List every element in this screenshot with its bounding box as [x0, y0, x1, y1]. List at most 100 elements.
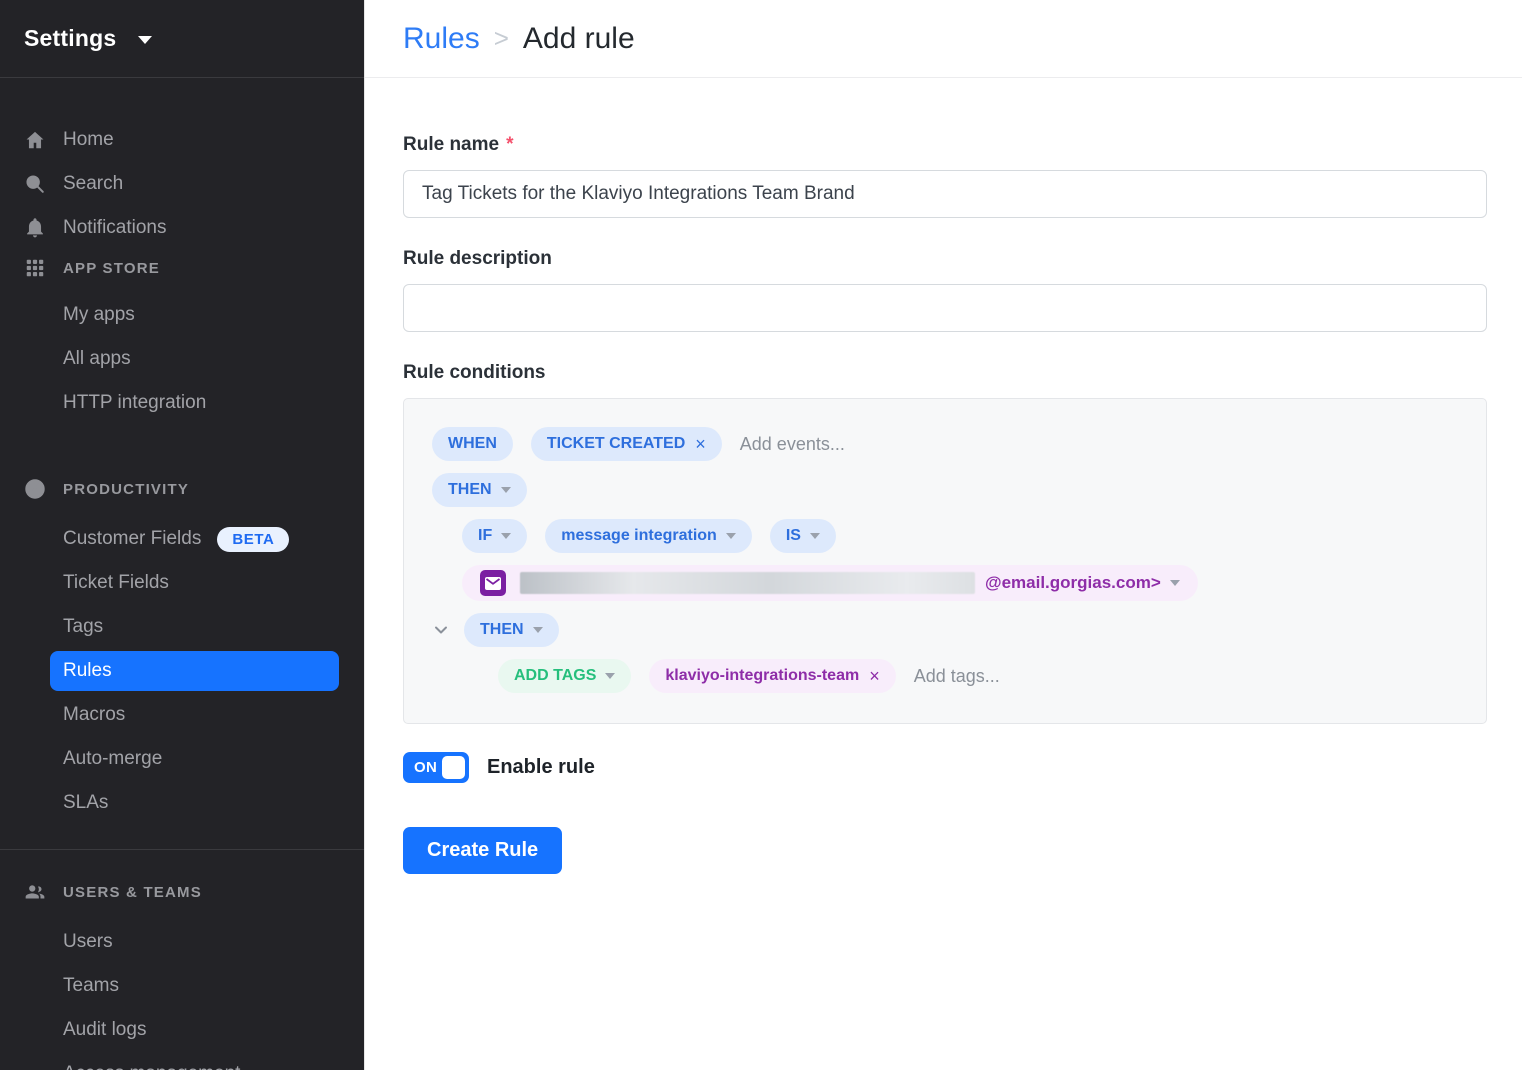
add-tags-row: ADD TAGS klaviyo-integrations-team × Add…	[432, 659, 1458, 693]
sidebar-item-home[interactable]: Home	[0, 118, 364, 162]
bell-icon	[24, 217, 46, 239]
rule-description-label: Rule description	[403, 248, 1487, 270]
operator-chip-label: IS	[786, 527, 801, 545]
rule-conditions-builder: WHEN TICKET CREATED × Add events... THEN	[403, 398, 1487, 724]
sidebar-section-app-store[interactable]: APP STORE	[0, 250, 364, 286]
sidebar-section-productivity[interactable]: PRODUCTIVITY	[0, 471, 364, 507]
main-header: Rules > Add rule	[365, 0, 1522, 78]
operator-dropdown[interactable]: IS	[770, 519, 836, 553]
breadcrumb-rules-link[interactable]: Rules	[403, 22, 480, 56]
then-action-row: THEN	[432, 613, 1458, 647]
email-value-dropdown[interactable]: @email.gorgias.com>	[462, 565, 1198, 601]
remove-tag-icon[interactable]: ×	[869, 666, 880, 687]
section-label: USERS & TEAMS	[63, 884, 202, 901]
beta-badge: BETA	[217, 527, 289, 552]
add-events-input[interactable]: Add events...	[740, 434, 845, 455]
then-row: THEN	[432, 473, 1458, 507]
email-domain-text: @email.gorgias.com>	[985, 573, 1161, 593]
then-chip-label: THEN	[448, 481, 492, 499]
enable-rule-label: Enable rule	[487, 756, 595, 779]
add-tags-input[interactable]: Add tags...	[914, 666, 1000, 687]
add-tags-chip-label: ADD TAGS	[514, 667, 596, 685]
caret-down-icon	[810, 533, 820, 539]
section-label: APP STORE	[63, 260, 160, 277]
toggle-state-label: ON	[414, 759, 437, 776]
sidebar-item-label: SLAs	[63, 792, 108, 814]
rule-name-label-text: Rule name	[403, 134, 499, 156]
section-label: PRODUCTIVITY	[63, 481, 189, 498]
sidebar-section-users-teams[interactable]: USERS & TEAMS	[0, 874, 364, 910]
collapse-chevron-icon[interactable]	[432, 621, 450, 639]
sidebar-item-label: Rules	[63, 660, 112, 682]
gauge-icon	[24, 478, 46, 500]
sidebar-item-label: Search	[63, 173, 123, 195]
sidebar-item-macros[interactable]: Macros	[0, 693, 364, 737]
sidebar-item-label: All apps	[63, 348, 131, 370]
sidebar-item-search[interactable]: Search	[0, 162, 364, 206]
caret-down-icon	[533, 627, 543, 633]
caret-down-icon	[726, 533, 736, 539]
event-chip-ticket-created[interactable]: TICKET CREATED ×	[531, 427, 722, 461]
main-panel: Rules > Add rule Rule name * Rule descri…	[365, 0, 1522, 1070]
people-icon	[24, 881, 46, 903]
variable-dropdown[interactable]: message integration	[545, 519, 752, 553]
sidebar-item-tags[interactable]: Tags	[0, 605, 364, 649]
required-asterisk: *	[506, 134, 513, 156]
condition-value-row: @email.gorgias.com>	[432, 565, 1458, 601]
when-row: WHEN TICKET CREATED × Add events...	[432, 427, 1458, 461]
remove-event-icon[interactable]: ×	[695, 434, 706, 455]
sidebar-item-label: Audit logs	[63, 1019, 146, 1041]
sidebar-title: Settings	[24, 25, 116, 52]
when-chip[interactable]: WHEN	[432, 427, 513, 461]
sidebar-item-customer-fields[interactable]: Customer Fields BETA	[0, 517, 364, 561]
caret-down-icon	[138, 36, 152, 44]
sidebar-item-teams[interactable]: Teams	[0, 964, 364, 1008]
search-icon	[24, 173, 46, 195]
sidebar-item-label: Ticket Fields	[63, 572, 169, 594]
enable-rule-row: ON Enable rule	[403, 752, 1487, 783]
sidebar-item-label: Macros	[63, 704, 125, 726]
sidebar-item-label: Users	[63, 931, 113, 953]
then-dropdown[interactable]: THEN	[432, 473, 527, 507]
rule-description-input[interactable]	[403, 284, 1487, 332]
sidebar-item-access-management[interactable]: Access management	[0, 1052, 364, 1070]
sidebar-nav: Home Search Notifications APP STORE My a…	[0, 78, 364, 1070]
add-rule-form: Rule name * Rule description Rule condit…	[365, 78, 1522, 874]
rule-conditions-label: Rule conditions	[403, 362, 1487, 384]
breadcrumb: Rules > Add rule	[403, 22, 635, 56]
settings-sidebar: Settings Home Search Notifications A	[0, 0, 365, 1070]
rule-description-label-text: Rule description	[403, 248, 552, 270]
create-rule-button[interactable]: Create Rule	[403, 827, 562, 874]
sidebar-item-users[interactable]: Users	[0, 920, 364, 964]
sidebar-item-http-integration[interactable]: HTTP integration	[0, 381, 364, 425]
sidebar-item-label: My apps	[63, 304, 135, 326]
page-title: Add rule	[523, 22, 635, 56]
sidebar-item-audit-logs[interactable]: Audit logs	[0, 1008, 364, 1052]
sidebar-item-notifications[interactable]: Notifications	[0, 206, 364, 250]
when-chip-label: WHEN	[448, 435, 497, 453]
sidebar-item-slas[interactable]: SLAs	[0, 781, 364, 825]
enable-rule-toggle[interactable]: ON	[403, 752, 469, 783]
sidebar-header[interactable]: Settings	[0, 0, 364, 78]
if-dropdown[interactable]: IF	[462, 519, 527, 553]
tag-chip-klaviyo-integrations-team[interactable]: klaviyo-integrations-team ×	[649, 659, 895, 693]
sidebar-item-rules[interactable]: Rules	[50, 651, 339, 691]
sidebar-item-label: Teams	[63, 975, 119, 997]
grid-icon	[24, 257, 46, 279]
toggle-knob	[442, 756, 465, 779]
add-tags-dropdown[interactable]: ADD TAGS	[498, 659, 631, 693]
caret-down-icon	[605, 673, 615, 679]
sidebar-item-label: Home	[63, 129, 114, 151]
sidebar-item-label: Notifications	[63, 217, 167, 239]
sidebar-item-all-apps[interactable]: All apps	[0, 337, 364, 381]
rule-conditions-label-text: Rule conditions	[403, 362, 546, 384]
sidebar-item-ticket-fields[interactable]: Ticket Fields	[0, 561, 364, 605]
sidebar-item-label: Access management	[63, 1063, 240, 1070]
rule-name-input[interactable]	[403, 170, 1487, 218]
envelope-icon	[480, 570, 506, 596]
redacted-email-text	[520, 572, 975, 594]
home-icon	[24, 129, 46, 151]
then2-dropdown[interactable]: THEN	[464, 613, 559, 647]
sidebar-item-auto-merge[interactable]: Auto-merge	[0, 737, 364, 781]
sidebar-item-my-apps[interactable]: My apps	[0, 293, 364, 337]
